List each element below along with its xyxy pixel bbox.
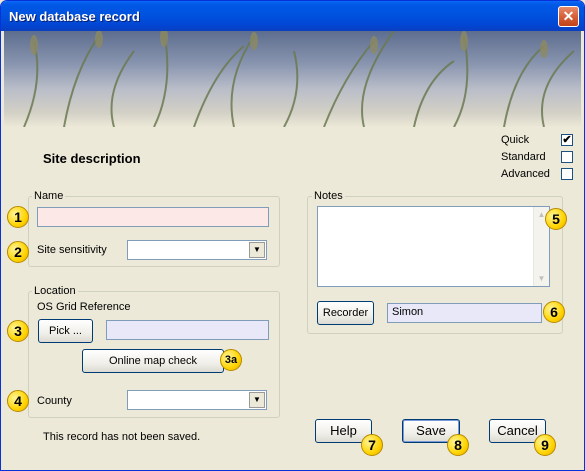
- location-legend: Location: [32, 285, 78, 297]
- sensitivity-label: Site sensitivity: [37, 244, 107, 256]
- advanced-label: Advanced: [501, 168, 550, 180]
- name-legend: Name: [32, 190, 66, 202]
- callout-badge-9: 9: [534, 434, 556, 456]
- callout-badge-4: 4: [7, 390, 29, 412]
- grass-banner-graphic: [23, 31, 575, 127]
- callout-badge-7: 7: [361, 434, 383, 456]
- county-label: County: [37, 395, 72, 407]
- close-button[interactable]: ✕: [558, 6, 579, 27]
- checkmark-icon: ✔: [562, 134, 572, 146]
- section-title: Site description: [43, 151, 141, 166]
- standard-checkbox[interactable]: [561, 151, 573, 163]
- callout-badge-3: 3: [7, 320, 29, 342]
- notes-textarea[interactable]: ▲ ▼: [317, 206, 550, 287]
- online-map-check-button[interactable]: Online map check: [82, 349, 224, 373]
- advanced-checkbox[interactable]: [561, 168, 573, 180]
- chevron-down-icon[interactable]: ▼: [249, 242, 265, 258]
- grid-ref-field[interactable]: [106, 320, 269, 340]
- notes-legend: Notes: [312, 190, 345, 202]
- chevron-down-icon[interactable]: ▼: [249, 392, 265, 408]
- callout-badge-6: 6: [543, 301, 565, 323]
- name-field[interactable]: [37, 207, 269, 227]
- window-title: New database record: [9, 9, 140, 24]
- banner-image: [4, 31, 581, 127]
- recorder-field[interactable]: Simon: [387, 303, 542, 323]
- callout-badge-8: 8: [447, 434, 469, 456]
- pick-button[interactable]: Pick ...: [38, 319, 93, 343]
- county-select[interactable]: ▼: [127, 390, 267, 410]
- scroll-down-icon[interactable]: ▼: [534, 271, 549, 286]
- quick-checkbox[interactable]: ✔: [561, 134, 573, 146]
- close-icon: ✕: [562, 8, 575, 24]
- title-bar[interactable]: New database record ✕: [1, 1, 584, 31]
- standard-label: Standard: [501, 151, 546, 163]
- callout-badge-5: 5: [545, 208, 567, 230]
- callout-badge-3a: 3a: [220, 349, 242, 371]
- grid-ref-label: OS Grid Reference: [37, 301, 131, 313]
- sensitivity-select[interactable]: ▼: [127, 240, 267, 260]
- callout-badge-2: 2: [7, 241, 29, 263]
- status-text: This record has not been saved.: [43, 431, 201, 443]
- callout-badge-1: 1: [7, 206, 29, 228]
- quick-label: Quick: [501, 134, 530, 146]
- dialog-window: New database record ✕ Quick ✔ Standard A…: [0, 0, 585, 471]
- recorder-button[interactable]: Recorder: [317, 301, 374, 325]
